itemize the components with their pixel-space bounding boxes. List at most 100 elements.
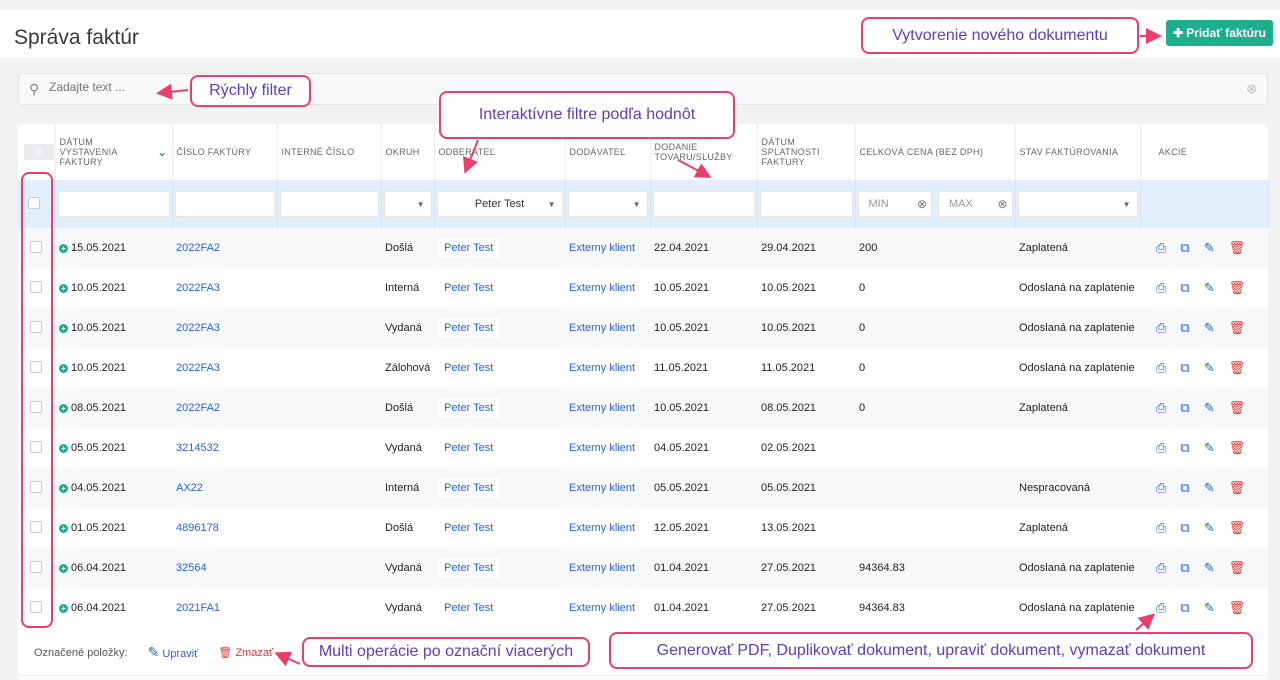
cell-odberatel-link[interactable]: Peter Test [438,518,500,538]
pdf-icon[interactable]: ⎙ [1156,400,1166,416]
cell-dodavatel-link[interactable]: Externy klient [569,362,635,374]
delete-trash-icon[interactable]: 🗑 [1229,280,1246,296]
sort-chevron-down-icon[interactable]: ⌄ [157,145,167,159]
edit-pencil-icon[interactable]: ✎ [1204,360,1215,376]
duplicate-icon[interactable]: ⧉ [1180,320,1189,336]
cell-number-link[interactable]: AX22 [176,482,203,494]
duplicate-icon[interactable]: ⧉ [1180,400,1189,416]
duplicate-icon[interactable]: ⧉ [1180,520,1189,536]
cell-odberatel-link[interactable]: Peter Test [438,598,500,618]
cell-dodavatel-link[interactable]: Externy klient [569,402,635,414]
edit-pencil-icon[interactable]: ✎ [1204,520,1215,536]
pdf-icon[interactable]: ⎙ [1156,280,1166,296]
col-stav[interactable]: STAV FAKTÚROVANIA [1015,124,1141,180]
filter-dodavatel-select[interactable]: ▼ [567,191,648,217]
duplicate-icon[interactable]: ⧉ [1180,560,1189,576]
filter-splatnost[interactable] [759,191,853,217]
delete-trash-icon[interactable]: 🗑 [1229,400,1246,416]
delete-trash-icon[interactable]: 🗑 [1229,440,1246,456]
expand-plus-icon[interactable]: + [59,284,68,293]
cell-dodavatel-link[interactable]: Externy klient [569,522,635,534]
duplicate-icon[interactable]: ⧉ [1180,600,1189,616]
edit-pencil-icon[interactable]: ✎ [1204,440,1215,456]
col-internal[interactable]: INTERNÉ ČÍSLO [277,124,382,180]
delete-trash-icon[interactable]: 🗑 [1229,360,1246,376]
edit-pencil-icon[interactable]: ✎ [1204,320,1215,336]
col-okruh[interactable]: OKRUH [381,124,435,180]
clear-icon[interactable]: ⊗ [997,197,1007,211]
duplicate-icon[interactable]: ⧉ [1180,240,1189,256]
cell-number-link[interactable]: 32564 [176,562,207,574]
expand-plus-icon[interactable]: + [59,364,68,373]
cell-number-link[interactable]: 2022FA3 [176,322,220,334]
filter-dodanie[interactable] [652,191,755,217]
col-number[interactable]: ČÍSLO FAKTÚRY [172,124,278,180]
cell-number-link[interactable]: 2021FA1 [176,602,220,614]
edit-pencil-icon[interactable]: ✎ [1204,560,1215,576]
bulk-edit-button[interactable]: ✎ Upraviť [148,644,199,661]
edit-pencil-icon[interactable]: ✎ [1204,280,1215,296]
cell-odberatel-link[interactable]: Peter Test [438,278,500,298]
duplicate-icon[interactable]: ⧉ [1180,360,1189,376]
edit-pencil-icon[interactable]: ✎ [1204,400,1215,416]
pdf-icon[interactable]: ⎙ [1156,440,1166,456]
cell-dodavatel-link[interactable]: Externy klient [569,242,635,254]
expand-plus-icon[interactable]: + [59,324,68,333]
cell-odberatel-link[interactable]: Peter Test [438,398,500,418]
duplicate-icon[interactable]: ⧉ [1180,480,1189,496]
expand-plus-icon[interactable]: + [59,444,68,453]
expand-plus-icon[interactable]: + [59,524,68,533]
cell-dodavatel-link[interactable]: Externy klient [569,322,635,334]
filter-internal[interactable] [279,191,379,217]
edit-pencil-icon[interactable]: ✎ [1204,600,1215,616]
cell-number-link[interactable]: 3214532 [176,442,219,454]
pdf-icon[interactable]: ⎙ [1156,480,1166,496]
delete-trash-icon[interactable]: 🗑 [1229,480,1246,496]
pdf-icon[interactable]: ⎙ [1156,600,1166,616]
bulk-delete-button[interactable]: 🗑 Zmazať [218,646,273,659]
cell-odberatel-link[interactable]: Peter Test [438,318,500,338]
filter-number[interactable] [174,191,275,217]
delete-trash-icon[interactable]: 🗑 [1229,600,1246,616]
clear-icon[interactable]: ⊗ [917,197,927,211]
cell-odberatel-link[interactable]: Peter Test [438,238,500,258]
pdf-icon[interactable]: ⎙ [1156,520,1166,536]
duplicate-icon[interactable]: ⧉ [1180,280,1189,296]
expand-plus-icon[interactable]: + [59,604,68,613]
duplicate-icon[interactable]: ⧉ [1180,440,1189,456]
cell-number-link[interactable]: 2022FA3 [176,282,220,294]
pdf-icon[interactable]: ⎙ [1156,360,1166,376]
clear-icon[interactable]: ⊗ [1246,81,1257,97]
edit-pencil-icon[interactable]: ✎ [1204,480,1215,496]
cell-dodavatel-link[interactable]: Externy klient [569,482,635,494]
cell-number-link[interactable]: 2022FA3 [176,362,220,374]
cell-dodavatel-link[interactable]: Externy klient [569,282,635,294]
col-date[interactable]: DÁTUM VYSTAVENIA FAKTURY ⌄ [55,124,173,180]
cell-number-link[interactable]: 2022FA2 [176,242,220,254]
delete-trash-icon[interactable]: 🗑 [1229,560,1246,576]
cell-dodavatel-link[interactable]: Externy klient [569,442,635,454]
expand-plus-icon[interactable]: + [59,484,68,493]
cell-number-link[interactable]: 4896178 [176,522,219,534]
pdf-icon[interactable]: ⎙ [1156,320,1166,336]
cell-number-link[interactable]: 2022FA2 [176,402,220,414]
col-splatnost[interactable]: DÁTUM SPLATNOSTI FAKTURY [757,124,856,180]
cell-odberatel-link[interactable]: Peter Test [438,438,500,458]
cell-odberatel-link[interactable]: Peter Test [438,358,500,378]
filter-price-max[interactable]: MAX ⊗ [938,191,1013,217]
filter-okruh-select[interactable]: ▼ [383,191,432,217]
filter-date[interactable] [57,191,170,217]
filter-odberatel-select[interactable]: Peter Test ▼ [436,191,563,217]
delete-trash-icon[interactable]: 🗑 [1229,520,1246,536]
col-cena[interactable]: CELKOVÁ CENA (BEZ DPH) [855,124,1016,180]
expand-plus-icon[interactable]: + [59,244,68,253]
delete-trash-icon[interactable]: 🗑 [1229,320,1246,336]
cell-odberatel-link[interactable]: Peter Test [438,558,500,578]
delete-trash-icon[interactable]: 🗑 [1229,240,1246,256]
cell-dodavatel-link[interactable]: Externy klient [569,602,635,614]
edit-pencil-icon[interactable]: ✎ [1204,240,1215,256]
expand-plus-icon[interactable]: + [59,404,68,413]
cell-odberatel-link[interactable]: Peter Test [438,478,500,498]
add-invoice-button[interactable]: ✚ Pridať faktúru [1166,20,1273,46]
cell-dodavatel-link[interactable]: Externy klient [569,562,635,574]
